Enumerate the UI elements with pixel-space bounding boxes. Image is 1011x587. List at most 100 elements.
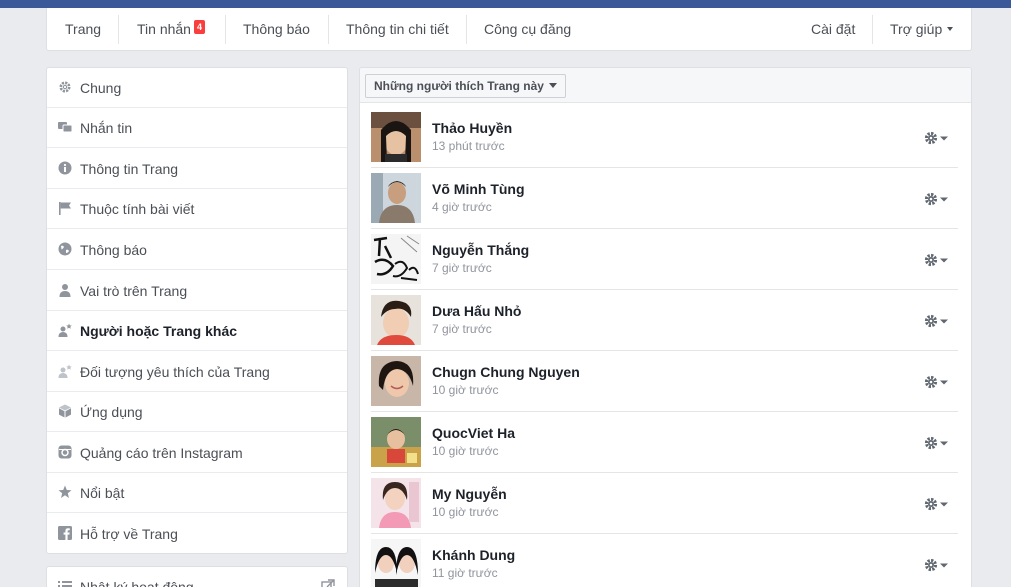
tab-insights-label: Thông tin chi tiết xyxy=(346,21,449,37)
chevron-down-icon xyxy=(548,83,557,88)
tab-settings-label: Cài đặt xyxy=(811,21,856,37)
message-icon xyxy=(58,122,72,133)
people-panel-header: Những người thích Trang này xyxy=(360,68,971,103)
sidebar-item-general[interactable]: Chung xyxy=(47,68,347,108)
sidebar-item-label: Đối tượng yêu thích của Trang xyxy=(80,364,270,380)
sidebar-item-post-attribution[interactable]: Thuộc tính bài viết xyxy=(47,189,347,229)
person-name[interactable]: Nguyễn Thắng xyxy=(432,242,529,258)
gear-menu-icon[interactable] xyxy=(923,557,951,573)
cube-icon xyxy=(59,404,71,418)
sidebar-item-activity-log[interactable]: Nhật ký hoạt động xyxy=(47,567,347,587)
sidebar-item-people-and-other-pages[interactable]: Người hoặc Trang khác xyxy=(47,311,347,351)
tab-help[interactable]: Trợ giúp xyxy=(890,8,954,50)
sidebar-item-page-info[interactable]: Thông tin Trang xyxy=(47,149,347,189)
messages-count-badge: 4 xyxy=(193,20,205,34)
person-name[interactable]: Võ Minh Tùng xyxy=(432,181,525,197)
like-time: 7 giờ trước xyxy=(432,322,492,336)
gear-menu-icon[interactable] xyxy=(923,191,951,207)
list-icon xyxy=(58,581,72,587)
sidebar-item-page-roles[interactable]: Vai trò trên Trang xyxy=(47,271,347,311)
list-item: Nguyễn Thắng 7 giờ trước xyxy=(371,229,958,290)
sidebar-item-label: Thông tin Trang xyxy=(80,161,179,177)
tab-notifications-label: Thông báo xyxy=(243,21,310,37)
avatar[interactable] xyxy=(371,234,421,284)
tab-settings[interactable]: Cài đặt xyxy=(811,8,855,50)
list-item: Võ Minh Tùng 4 giờ trước xyxy=(371,168,958,229)
tab-messages-label: Tin nhắn xyxy=(137,21,191,37)
tab-messages[interactable]: Tin nhắn 4 xyxy=(137,8,205,50)
tab-page[interactable]: Trang xyxy=(65,8,101,50)
like-time: 10 giờ trước xyxy=(432,383,499,397)
sidebar-item-label: Hỗ trợ về Trang xyxy=(80,526,178,542)
sidebar-item-label: Thông báo xyxy=(80,242,147,258)
page-tab-bar: Trang Tin nhắn 4 Thông báo Thông tin chi … xyxy=(46,8,972,51)
sidebar-item-label: Thuộc tính bài viết xyxy=(80,201,195,217)
info-icon xyxy=(58,161,72,175)
gear-menu-icon[interactable] xyxy=(923,496,951,512)
sidebar-item-featured[interactable]: Nổi bật xyxy=(47,473,347,513)
person-icon xyxy=(59,284,71,297)
avatar[interactable] xyxy=(371,112,421,162)
gear-menu-icon[interactable] xyxy=(923,252,951,268)
person-name[interactable]: My Nguyễn xyxy=(432,486,507,502)
like-time: 10 giờ trước xyxy=(432,444,499,458)
sidebar-item-label: Vai trò trên Trang xyxy=(80,283,188,299)
sidebar-item-messaging[interactable]: Nhắn tin xyxy=(47,108,347,148)
avatar[interactable] xyxy=(371,417,421,467)
sidebar-item-label: Ứng dụng xyxy=(80,404,143,420)
sidebar-item-label: Nhắn tin xyxy=(80,120,133,136)
star-icon xyxy=(58,485,72,498)
gear-menu-icon[interactable] xyxy=(923,130,951,146)
tab-divider xyxy=(872,15,873,44)
flag-icon xyxy=(59,202,71,215)
sidebar-item-label: Nhật ký hoạt động xyxy=(80,579,194,587)
list-item: QuocViet Ha 10 giờ trước xyxy=(371,412,958,473)
sidebar-item-page-support[interactable]: Hỗ trợ về Trang xyxy=(47,514,347,553)
sidebar-item-preferred-audience[interactable]: Đối tượng yêu thích của Trang xyxy=(47,352,347,392)
person-star-icon xyxy=(58,364,72,378)
gear-menu-icon[interactable] xyxy=(923,374,951,390)
avatar[interactable] xyxy=(371,173,421,223)
tab-page-label: Trang xyxy=(65,21,102,37)
avatar[interactable] xyxy=(371,539,421,587)
globe-icon xyxy=(58,242,72,256)
chevron-down-icon xyxy=(947,27,954,31)
settings-sidebar: Chung Nhắn tin Thông tin Trang Thuộc tín… xyxy=(46,67,348,554)
sidebar-item-apps[interactable]: Ứng dụng xyxy=(47,392,347,432)
list-item: Thảo Huyền 13 phút trước xyxy=(371,107,958,168)
activity-log-box: Nhật ký hoạt động xyxy=(46,566,348,587)
gear-menu-icon[interactable] xyxy=(923,435,951,451)
gear-icon xyxy=(59,81,71,93)
sidebar-item-label: Quảng cáo trên Instagram xyxy=(80,445,243,461)
sidebar-item-label: Người hoặc Trang khác xyxy=(80,323,238,339)
avatar[interactable] xyxy=(371,356,421,406)
tab-insights[interactable]: Thông tin chi tiết xyxy=(346,8,449,50)
top-bar xyxy=(0,0,1011,8)
avatar[interactable] xyxy=(371,295,421,345)
person-name[interactable]: Chugn Chung Nguyen xyxy=(432,364,580,380)
people-filter-label: Những người thích Trang này xyxy=(374,79,544,93)
person-name[interactable]: Thảo Huyền xyxy=(432,120,512,136)
people-filter-dropdown[interactable]: Những người thích Trang này xyxy=(365,74,566,98)
person-name[interactable]: Khánh Dung xyxy=(432,547,515,563)
tab-publishing-tools[interactable]: Công cụ đăng xyxy=(484,8,571,50)
avatar[interactable] xyxy=(371,478,421,528)
tab-divider xyxy=(328,15,329,44)
like-time: 10 giờ trước xyxy=(432,505,499,519)
person-name[interactable]: Dưa Hấu Nhỏ xyxy=(432,303,521,319)
gear-menu-icon[interactable] xyxy=(923,313,951,329)
tab-publishing-tools-label: Công cụ đăng xyxy=(484,21,572,37)
tab-help-label: Trợ giúp xyxy=(890,21,943,37)
like-time: 11 giờ trước xyxy=(432,566,498,580)
open-external-icon xyxy=(321,579,335,587)
tab-divider xyxy=(118,15,119,44)
person-name[interactable]: QuocViet Ha xyxy=(432,425,515,441)
list-item: Khánh Dung 11 giờ trước xyxy=(371,534,958,587)
list-item: My Nguyễn 10 giờ trước xyxy=(371,473,958,534)
tab-notifications[interactable]: Thông báo xyxy=(243,8,310,50)
sidebar-item-notifications[interactable]: Thông báo xyxy=(47,230,347,270)
facebook-icon xyxy=(58,526,72,540)
sidebar-item-instagram-ads[interactable]: Quảng cáo trên Instagram xyxy=(47,433,347,473)
like-time: 7 giờ trước xyxy=(432,261,492,275)
list-item: Dưa Hấu Nhỏ 7 giờ trước xyxy=(371,290,958,351)
